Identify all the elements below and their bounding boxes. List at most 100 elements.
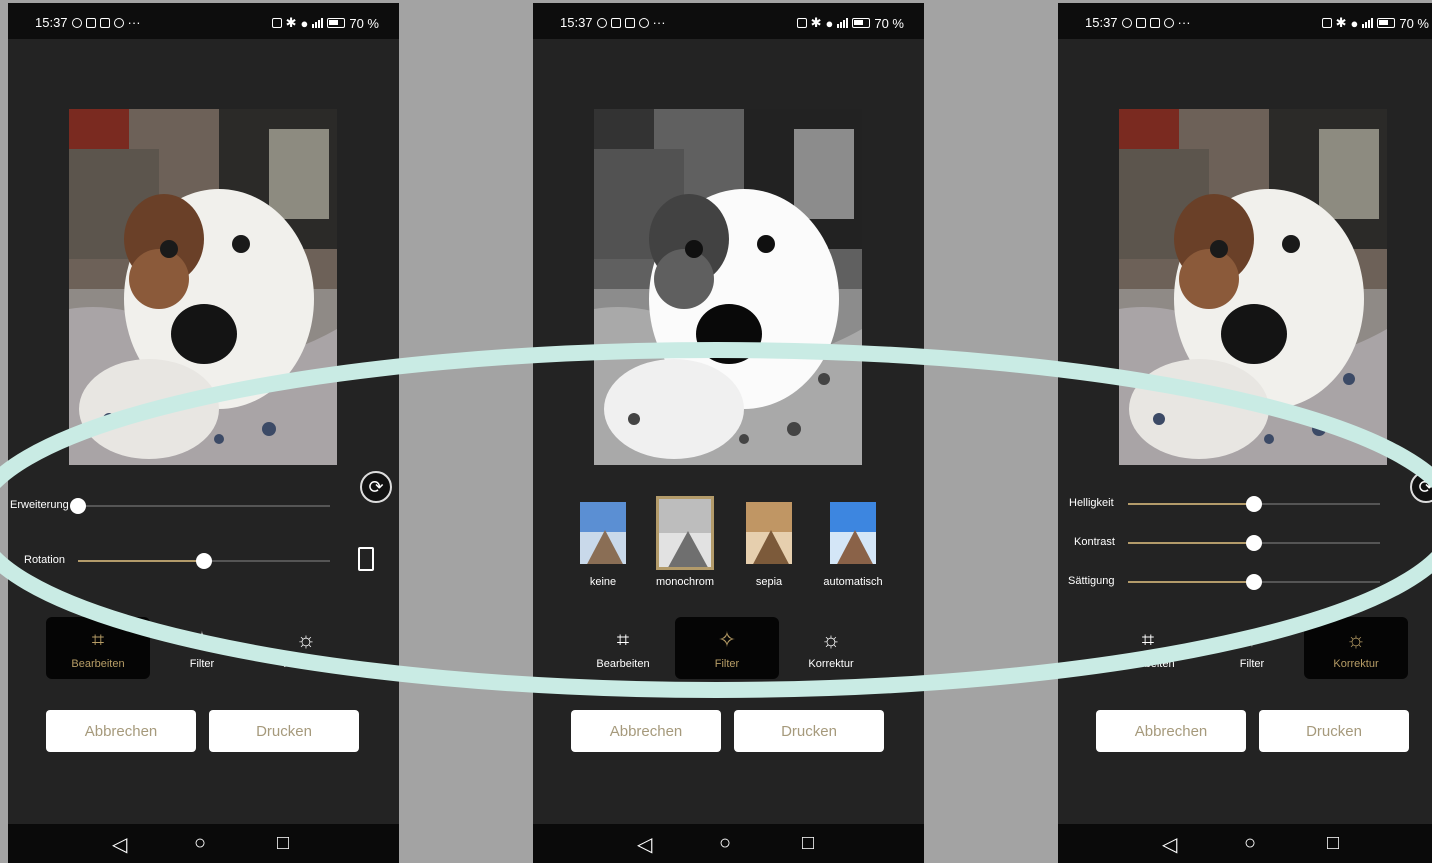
tab-label: Bearbeiten [71,658,125,670]
tab-label: Filter [189,658,215,670]
cancel-button[interactable]: Abbrechen [571,710,721,752]
status-time: 15:37 [560,15,593,30]
nav-back-icon[interactable]: ◁ [637,832,652,857]
tab-filter[interactable]: ✧ Filter [675,617,779,679]
tab-label: Bearbeiten [596,658,650,670]
photo-preview [69,109,337,465]
nav-home-icon[interactable]: ○ [1244,832,1256,855]
slider-knob[interactable] [1246,574,1262,590]
photo-preview [594,109,862,465]
filter-thumbnail [578,500,628,566]
slider-knob[interactable] [70,498,86,514]
nav-recents-icon[interactable]: □ [277,832,289,855]
filter-thumbnail [744,500,794,566]
nfc-icon [271,18,282,28]
tab-korrektur[interactable]: ☼ Korrektur [779,617,883,679]
status-time: 15:37 [35,15,68,30]
location-icon: ● [1350,15,1359,31]
nav-back-icon[interactable]: ◁ [1162,832,1177,857]
slider-knob[interactable] [1246,496,1262,512]
tab-filter[interactable]: ✧ Filter [1200,617,1304,679]
erweiterung-slider[interactable] [70,498,330,514]
crop-icon: ⌗ [1141,627,1155,652]
phone-screen-correction: 15:37 ··· ✱ ● 70 % ⟳ Helligkeit Kontrast… [1058,3,1432,863]
mail-icon [85,17,96,28]
magic-wand-icon: ✧ [192,627,212,652]
gmail-icon [99,17,110,28]
filter-label: automatisch [823,576,883,588]
nav-home-icon[interactable]: ○ [719,832,731,855]
filter-label: sepia [755,576,783,588]
phone-screen-edit: 15:37 ··· ✱ ● 70 % ⟳ Erweiterung Rotatio… [8,3,399,863]
nav-home-icon[interactable]: ○ [194,832,206,855]
slider-knob[interactable] [1246,535,1262,551]
location-icon: ● [825,15,834,31]
navigation-bar: ◁ ○ □ [8,824,399,863]
battery-level: 70 % [1399,15,1429,31]
filter-none[interactable]: keine [563,500,643,588]
rotate-button[interactable]: ⟳ [360,471,392,503]
tab-label: Korrektur [1333,658,1379,670]
slider-fill [78,560,204,562]
battery-icon [1377,18,1396,28]
nav-back-icon[interactable]: ◁ [112,832,127,857]
tab-bearbeiten[interactable]: ⌗ Bearbeiten [1096,617,1200,679]
cancel-button[interactable]: Abbrechen [46,710,196,752]
more-notifications: ··· [652,15,666,30]
slider-label-helligkeit: Helligkeit [1069,497,1114,509]
print-button[interactable]: Drucken [1259,710,1409,752]
slider-knob[interactable] [196,553,212,569]
tab-label: Korrektur [283,658,329,670]
rotate-90-icon[interactable] [358,547,374,571]
crop-icon: ⌗ [616,627,630,652]
photo-preview [1119,109,1387,465]
mail-icon [610,17,621,28]
nfc-icon [796,18,807,28]
cancel-button[interactable]: Abbrechen [1096,710,1246,752]
bluetooth-icon: ✱ [810,15,822,30]
status-bar: 15:37 ··· ✱ ● 70 % [533,3,924,39]
more-notifications: ··· [127,15,141,30]
phone-screen-filter: 15:37 ··· ✱ ● 70 % keine monochrom sepia… [533,3,924,863]
tab-filter[interactable]: ✧ Filter [150,617,254,679]
nav-recents-icon[interactable]: □ [1327,832,1339,855]
nfc-icon [1321,18,1332,28]
slider-fill [1128,581,1254,583]
battery-level: 70 % [349,15,379,31]
magic-wand-icon: ✧ [1242,627,1262,652]
mail-icon [1135,17,1146,28]
navigation-bar: ◁ ○ □ [533,824,924,863]
filter-monochrome[interactable]: monochrom [645,496,725,588]
tab-bar: ⌗ Bearbeiten ✧ Filter ☼ Korrektur [1094,617,1408,679]
magic-wand-icon: ✧ [717,627,737,652]
tab-bearbeiten[interactable]: ⌗ Bearbeiten [571,617,675,679]
brightness-icon: ☼ [820,627,842,652]
gmail-icon [624,17,635,28]
tab-bar: ⌗ Bearbeiten ✧ Filter ☼ Korrektur [569,617,881,679]
rotate-icon: ⟳ [368,476,384,497]
status-bar: 15:37 ··· ✱ ● 70 % [1058,3,1432,39]
slider-fill [1128,503,1254,505]
slider-label-saettigung: Sättigung [1068,575,1115,587]
tab-bar: ⌗ Bearbeiten ✧ Filter ☼ Korrektur [44,617,356,679]
tab-label: Korrektur [808,658,854,670]
navigation-bar: ◁ ○ □ [1058,824,1432,863]
rotate-button[interactable]: ⟳ [1410,471,1432,503]
nav-recents-icon[interactable]: □ [802,832,814,855]
filter-sepia[interactable]: sepia [729,500,809,588]
kontrast-slider[interactable] [1128,535,1380,551]
tab-bearbeiten[interactable]: ⌗ Bearbeiten [46,617,150,679]
tab-korrektur[interactable]: ☼ Korrektur [254,617,358,679]
print-button[interactable]: Drucken [209,710,359,752]
filter-label: monochrom [655,576,715,588]
saettigung-slider[interactable] [1128,574,1380,590]
helligkeit-slider[interactable] [1128,496,1380,512]
tab-korrektur[interactable]: ☼ Korrektur [1304,617,1408,679]
battery-icon [852,18,871,28]
print-button[interactable]: Drucken [734,710,884,752]
rotation-slider[interactable] [78,553,330,569]
whatsapp-icon [596,17,607,28]
filter-auto[interactable]: automatisch [813,500,893,588]
location-icon: ● [300,15,309,31]
bluetooth-icon: ✱ [285,15,297,30]
